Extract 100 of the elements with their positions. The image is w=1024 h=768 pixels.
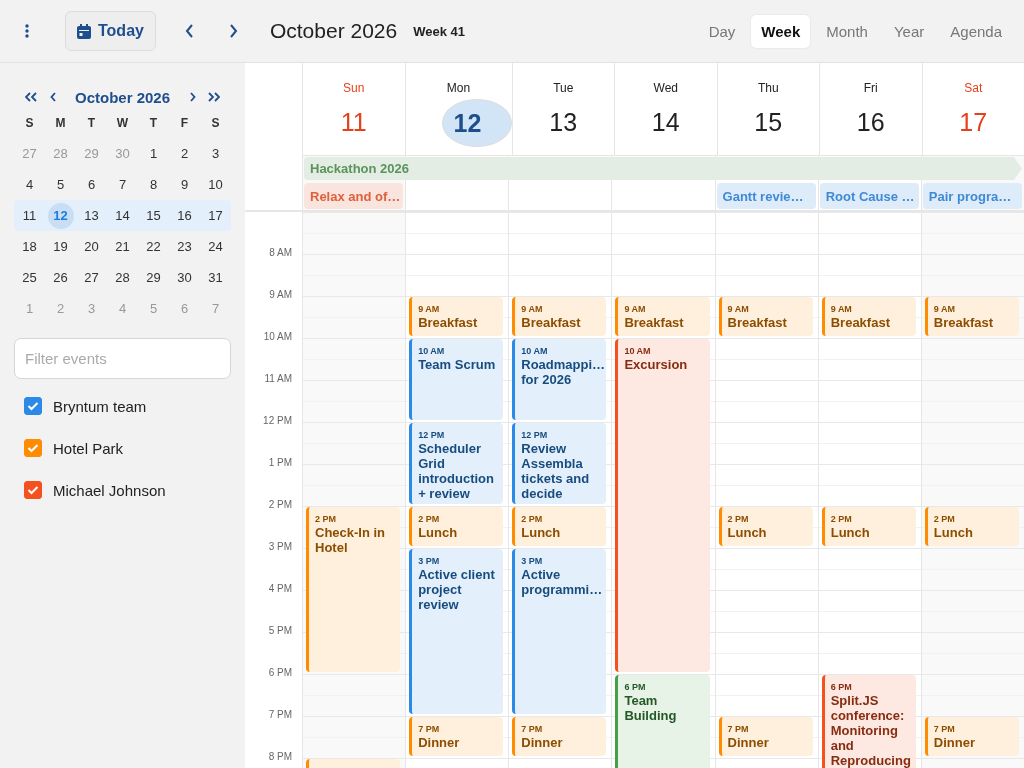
calendar-day[interactable]: 20 [78,233,105,260]
calendar-day[interactable]: 3 [202,140,229,167]
event-card[interactable]: 12 PM Review Assembla tickets and decide [512,423,607,504]
event-card[interactable]: 10 AM Excursion [615,339,710,672]
event-title: Dinner [933,735,976,750]
calendar-day[interactable]: 15 [140,202,167,229]
hour-label: 11 AM [264,373,292,384]
view-tab[interactable]: Month [816,14,878,48]
calendar-day[interactable]: 28 [109,264,136,291]
event-card[interactable]: 7 PM Dinner [924,717,1019,756]
event-card[interactable]: 9 AM Breakfast [718,297,813,336]
calendar-day[interactable]: 18 [16,233,43,260]
view-tab[interactable]: Day [698,14,746,48]
view-tab[interactable]: Year [883,14,935,48]
event-card[interactable]: 12 PM Scheduler Grid introduction + review [409,423,504,504]
calendar-day[interactable]: 7 [109,171,136,198]
calendar-day[interactable]: 16 [171,202,198,229]
event-card[interactable]: 6 PM Team Building [615,675,710,768]
day-number[interactable]: 13 [540,99,587,145]
event-card[interactable]: 9 AM Breakfast [512,297,607,336]
week-number: Week 41 [413,23,465,39]
day-number[interactable]: 12 [441,99,512,147]
event-card[interactable]: 2 PM Lunch [924,507,1019,546]
day-number[interactable]: 14 [642,99,689,145]
calendar-day[interactable]: 27 [78,264,105,291]
event-time: 9 AM [727,304,750,314]
event-card[interactable]: 10 AM Team Scrum [409,339,504,420]
check-icon [27,443,39,453]
calendar-day[interactable]: 13 [78,202,105,229]
calendar-day[interactable]: 31 [202,264,229,291]
event-card[interactable]: 2 PM Lunch [409,507,504,546]
menu-icon[interactable] [25,24,29,38]
hour-label: 1 PM [268,457,292,468]
calendar-day[interactable]: 26 [47,264,74,291]
event-card[interactable]: 9 AM Breakfast [615,297,710,336]
event-title: Lunch [830,525,871,540]
event-card[interactable]: 3 PM Active programmi… [512,549,607,714]
hour-label: 12 PM [263,415,292,426]
calendar-day[interactable]: 4 [16,171,43,198]
event-card[interactable]: 9 AM Breakfast [821,297,916,336]
checkbox[interactable] [24,439,42,457]
checkbox[interactable] [24,481,42,499]
weekday-label: F [179,115,190,130]
event-time: 6 PM [830,682,853,692]
day-number[interactable]: 11 [330,99,377,145]
event-time: 7 PM [418,724,441,734]
event-time: 10 AM [624,346,652,356]
event-card[interactable]: 2 PM Check-In in Hotel [306,507,401,672]
today-button[interactable]: Today [65,11,156,51]
event-title: Lunch [727,525,768,540]
hour-label: 7 PM [268,709,292,720]
hour-label: 8 AM [269,247,292,258]
calendar-day[interactable]: 17 [202,202,229,229]
calendar-day[interactable]: 19 [47,233,74,260]
event-card[interactable]: 7 PM Dinner [512,717,607,756]
event-card[interactable]: 3 PM Active client project review [409,549,504,714]
calendar-day[interactable]: 10 [202,171,229,198]
weekday-label: T [148,115,159,130]
event-card[interactable]: 10 AM Roadmappi… for 2026 [512,339,607,420]
event-title: Breakfast [418,315,479,330]
calendar-day[interactable]: 2 [171,140,198,167]
calendar-day[interactable]: 1 [140,140,167,167]
event-card[interactable]: 2 PM Lunch [718,507,813,546]
event-card[interactable]: 9 AM Breakfast [409,297,504,336]
calendar-day[interactable]: 6 [78,171,105,198]
calendar-day[interactable]: 8 [140,171,167,198]
event-card[interactable]: 7 PM Dinner [718,717,813,756]
calendar-day[interactable]: 24 [202,233,229,260]
calendar-day[interactable]: 9 [171,171,198,198]
event-card[interactable]: 2 PM Lunch [512,507,607,546]
event-card[interactable]: 2 PM Lunch [821,507,916,546]
filter-field[interactable]: Filter events [14,338,231,379]
calendar-day[interactable]: 25 [16,264,43,291]
calendar-day[interactable]: 30 [171,264,198,291]
view-tab[interactable]: Week [751,14,811,48]
calendar-day[interactable]: 22 [140,233,167,260]
event-card[interactable]: 9 AM Breakfast [924,297,1019,336]
view-tab[interactable]: Agenda [940,14,1012,48]
checkbox[interactable] [24,397,42,415]
event-time: 2 PM [830,514,853,524]
calendar-day[interactable]: 23 [171,233,198,260]
calendar-day[interactable]: 5 [47,171,74,198]
event-card[interactable]: 7 PM Dinner [409,717,504,756]
calendar-day[interactable]: 29 [140,264,167,291]
day-number[interactable]: 16 [847,99,894,145]
hour-label: 10 AM [263,331,292,342]
event-time: 9 AM [830,304,853,314]
event-title: Scheduler Grid introduction + review [418,441,495,501]
day-name: Sat [964,81,983,95]
calendar-day[interactable]: 21 [109,233,136,260]
event-time: 9 AM [521,304,544,314]
day-number[interactable]: 15 [745,99,792,145]
event-card[interactable]: 6 PM Split.JS conference: Monitoring and Reproducing [821,675,916,768]
calendar-day[interactable]: 14 [109,202,136,229]
event-time: 9 AM [418,304,441,314]
calendar-day[interactable]: 11 [16,202,43,229]
event-title: Check-In in Hotel [315,525,387,555]
day-number[interactable]: 17 [950,99,997,145]
day-name: Sun [343,81,365,95]
day-name: Tue [553,81,574,95]
